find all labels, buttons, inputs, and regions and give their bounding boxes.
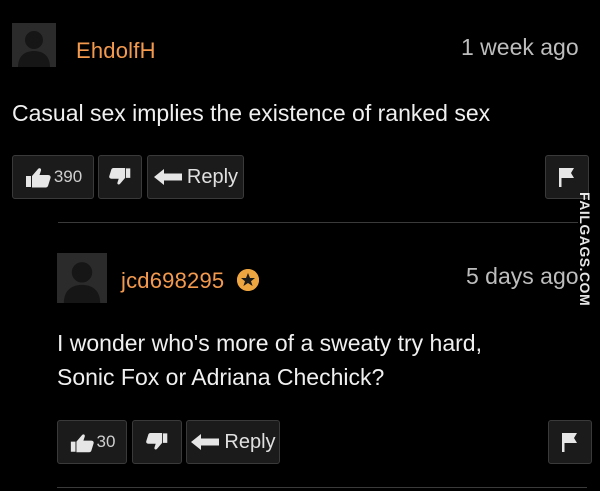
dislike-button[interactable]: [132, 420, 182, 464]
watermark-text: FAILGAGS.COM: [577, 192, 593, 307]
like-count: 30: [96, 432, 116, 451]
avatar[interactable]: [57, 253, 107, 303]
comment-timestamp: 1 week ago: [461, 34, 579, 60]
user-silhouette-icon: [57, 253, 107, 303]
reply-label: Reply: [224, 430, 276, 453]
comment-timestamp: 5 days ago: [466, 263, 579, 289]
comment-text: Casual sex implies the existence of rank…: [12, 100, 491, 126]
thumbs-down-icon: [146, 433, 168, 450]
flag-icon: [562, 433, 577, 452]
flag-icon: [559, 168, 574, 187]
like-button[interactable]: 390: [12, 155, 94, 199]
reply-button[interactable]: Reply: [186, 420, 280, 464]
star-badge-icon: [236, 269, 259, 292]
like-button[interactable]: 30: [57, 420, 127, 464]
comment-text-line: I wonder who's more of a sweaty try hard…: [57, 330, 482, 356]
username-text[interactable]: jcd698295: [121, 268, 224, 293]
comment-username[interactable]: EhdolfH: [76, 38, 156, 64]
comment-divider: [58, 222, 578, 223]
thumbs-down-icon: [109, 168, 131, 185]
reply-arrow-icon: [153, 169, 182, 185]
reply-button[interactable]: Reply: [147, 155, 244, 199]
avatar[interactable]: [12, 23, 56, 67]
thumbs-up-icon: [25, 168, 51, 188]
reply-label: Reply: [186, 165, 239, 188]
like-count: 390: [53, 167, 83, 186]
user-silhouette-icon: [12, 23, 56, 67]
comment-divider: [57, 487, 587, 488]
comment-username[interactable]: jcd698295: [121, 268, 259, 294]
dislike-button[interactable]: [98, 155, 142, 199]
comment-text: I wonder who's more of a sweaty try hard…: [57, 326, 482, 394]
comment-text-line: Sonic Fox or Adriana Chechick?: [57, 364, 385, 390]
flag-button[interactable]: [548, 420, 592, 464]
reply-arrow-icon: [191, 434, 220, 450]
thumbs-up-icon: [70, 433, 94, 452]
